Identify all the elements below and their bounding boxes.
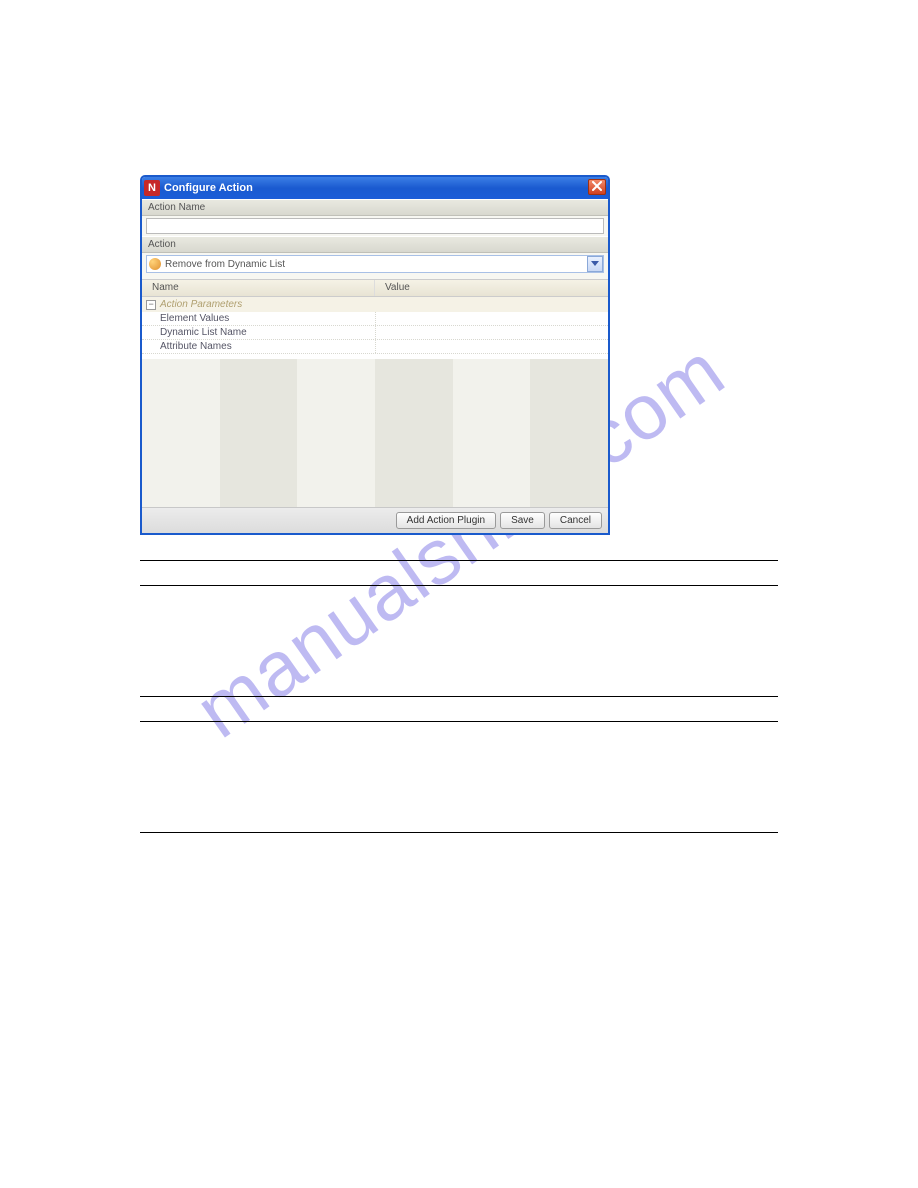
close-icon <box>592 178 602 196</box>
dialog-body: Action Name Action Remove from Dynamic L… <box>142 199 608 533</box>
page-content: N Configure Action Action Name Action Re… <box>140 175 778 833</box>
dialog-button-bar: Add Action Plugin Save Cancel <box>142 507 608 533</box>
action-name-input[interactable] <box>146 218 604 234</box>
grid-background-stripes <box>142 359 608 507</box>
param-row[interactable]: Attribute Names <box>142 340 608 354</box>
param-name: Element Values <box>142 312 375 325</box>
param-grid-body: − Action Parameters Element Values Dynam… <box>142 297 608 507</box>
column-value-header: Value <box>375 280 608 296</box>
column-name-header: Name <box>142 280 375 296</box>
add-action-plugin-button[interactable]: Add Action Plugin <box>396 512 496 529</box>
param-value[interactable] <box>375 326 608 339</box>
save-button[interactable]: Save <box>500 512 545 529</box>
divider <box>140 832 778 833</box>
dialog-titlebar: N Configure Action <box>142 177 608 199</box>
doc-table-section <box>140 560 778 833</box>
param-name: Dynamic List Name <box>142 326 375 339</box>
cancel-button[interactable]: Cancel <box>549 512 602 529</box>
dialog-title: Configure Action <box>164 182 253 194</box>
action-dropdown[interactable]: Remove from Dynamic List <box>146 255 604 273</box>
param-group-header[interactable]: − Action Parameters <box>142 297 608 312</box>
app-icon: N <box>144 180 160 196</box>
action-dropdown-value: Remove from Dynamic List <box>165 259 285 270</box>
param-value[interactable] <box>375 340 608 353</box>
gear-icon <box>149 258 161 270</box>
param-grid-header: Name Value <box>142 279 608 297</box>
collapse-icon: − <box>146 300 156 310</box>
param-row[interactable]: Element Values <box>142 312 608 326</box>
action-name-label: Action Name <box>142 199 608 216</box>
configure-action-dialog: N Configure Action Action Name Action Re… <box>140 175 610 535</box>
param-group-title: Action Parameters <box>160 299 242 310</box>
param-value[interactable] <box>375 312 608 325</box>
action-label: Action <box>142 236 608 253</box>
chevron-down-icon <box>587 256 603 272</box>
close-button[interactable] <box>588 179 606 195</box>
param-name: Attribute Names <box>142 340 375 353</box>
param-row[interactable]: Dynamic List Name <box>142 326 608 340</box>
